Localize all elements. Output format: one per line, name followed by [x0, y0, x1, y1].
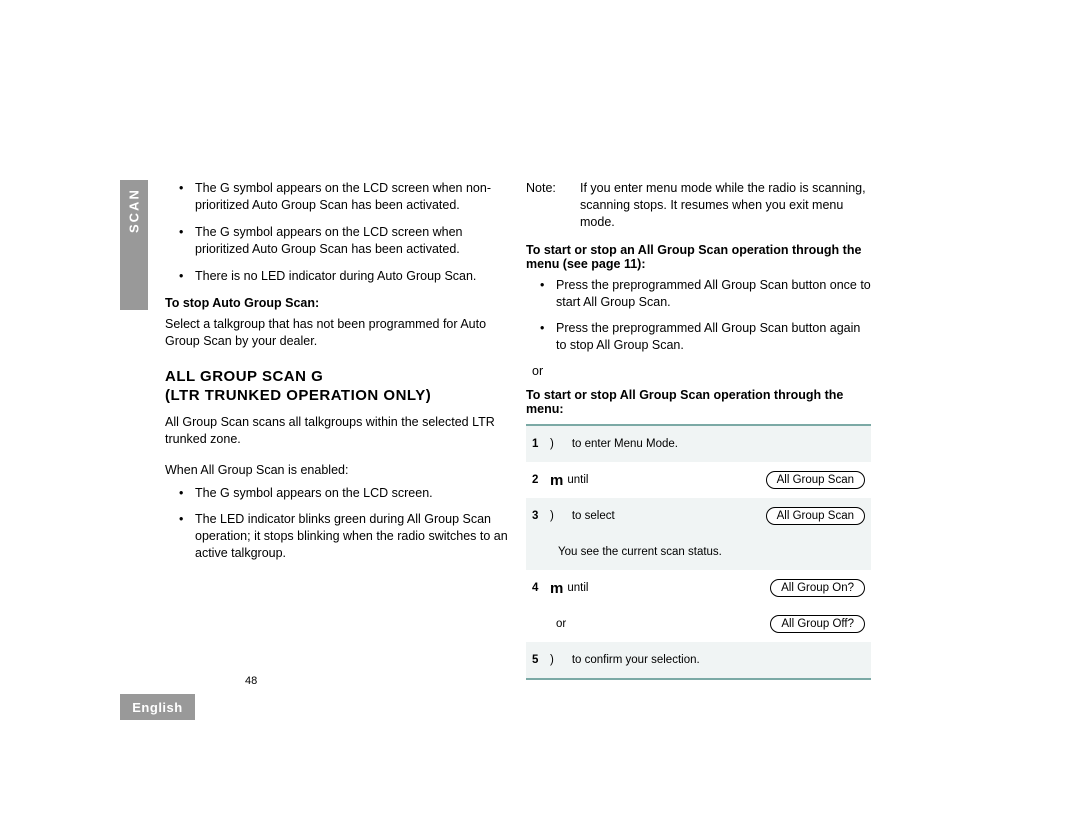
stop-auto-group-body: Select a talkgroup that has not been pro… — [165, 316, 510, 350]
step-text: to select — [554, 510, 766, 522]
step-text: to confirm your selection. — [554, 654, 865, 666]
note-text: If you enter menu mode while the radio i… — [580, 180, 871, 231]
step-number: 3 — [532, 510, 550, 522]
list-item: The LED indicator blinks green during Al… — [165, 511, 510, 562]
or-text: or — [526, 364, 871, 378]
status-text: You see the current scan status. — [558, 546, 722, 558]
display-pill: All Group Scan — [766, 471, 865, 489]
step-number: 2 — [532, 474, 550, 486]
step-text: until — [567, 582, 770, 594]
menu-status-row: You see the current scan status. — [526, 534, 871, 570]
menu-step-3: 3 ) to select All Group Scan — [526, 498, 871, 534]
side-section-tab: SCAN — [120, 180, 148, 310]
step-number: 4 — [532, 582, 550, 594]
list-item: Press the preprogrammed All Group Scan b… — [526, 277, 871, 311]
display-pill: All Group Off? — [770, 615, 865, 633]
m-icon: m — [550, 580, 563, 597]
step-number: 5 — [532, 654, 550, 666]
language-tab: English — [120, 694, 195, 720]
start-stop-heading: To start or stop an All Group Scan opera… — [526, 243, 871, 271]
list-item: There is no LED indicator during Auto Gr… — [165, 268, 510, 285]
list-item: Press the preprogrammed All Group Scan b… — [526, 320, 871, 354]
step-text: to enter Menu Mode. — [554, 438, 865, 450]
menu-step-5: 5 ) to confirm your selection. — [526, 642, 871, 678]
step-number: 1 — [532, 438, 550, 450]
section-subtitle: (LTR TRUNKED OPERATION ONLY) — [165, 387, 510, 404]
right-column: Note: If you enter menu mode while the r… — [526, 180, 871, 680]
menu-step-1: 1 ) to enter Menu Mode. — [526, 426, 871, 462]
menu-steps-table: 1 ) to enter Menu Mode. 2 m until All Gr… — [526, 424, 871, 680]
menu-step-2: 2 m until All Group Scan — [526, 462, 871, 498]
note-block: Note: If you enter menu mode while the r… — [526, 180, 871, 231]
enabled-heading: When All Group Scan is enabled: — [165, 462, 510, 479]
menu-step-4: 4 m until All Group On? — [526, 570, 871, 606]
list-item: The G symbol appears on the LCD screen. — [165, 485, 510, 502]
auto-group-bullets: The G symbol appears on the LCD screen w… — [165, 180, 510, 284]
list-item: The G symbol appears on the LCD screen w… — [165, 224, 510, 258]
start-stop-menu-heading: To start or stop All Group Scan operatio… — [526, 388, 871, 416]
display-pill: All Group Scan — [766, 507, 865, 525]
all-group-intro: All Group Scan scans all talkgroups with… — [165, 414, 510, 448]
stop-auto-group-heading: To stop Auto Group Scan: — [165, 296, 510, 310]
display-pill: All Group On? — [770, 579, 865, 597]
note-label: Note: — [526, 180, 566, 231]
section-title: ALL GROUP SCAN G — [165, 368, 510, 387]
step-text: until — [567, 474, 765, 486]
m-icon: m — [550, 472, 563, 489]
content-columns: The G symbol appears on the LCD screen w… — [165, 180, 945, 680]
list-item: The G symbol appears on the LCD screen w… — [165, 180, 510, 214]
start-stop-bullets: Press the preprogrammed All Group Scan b… — [526, 277, 871, 355]
left-column: The G symbol appears on the LCD screen w… — [165, 180, 510, 680]
enabled-bullets: The G symbol appears on the LCD screen. … — [165, 485, 510, 563]
step-text: or — [550, 618, 770, 630]
menu-step-4b: or All Group Off? — [526, 606, 871, 642]
